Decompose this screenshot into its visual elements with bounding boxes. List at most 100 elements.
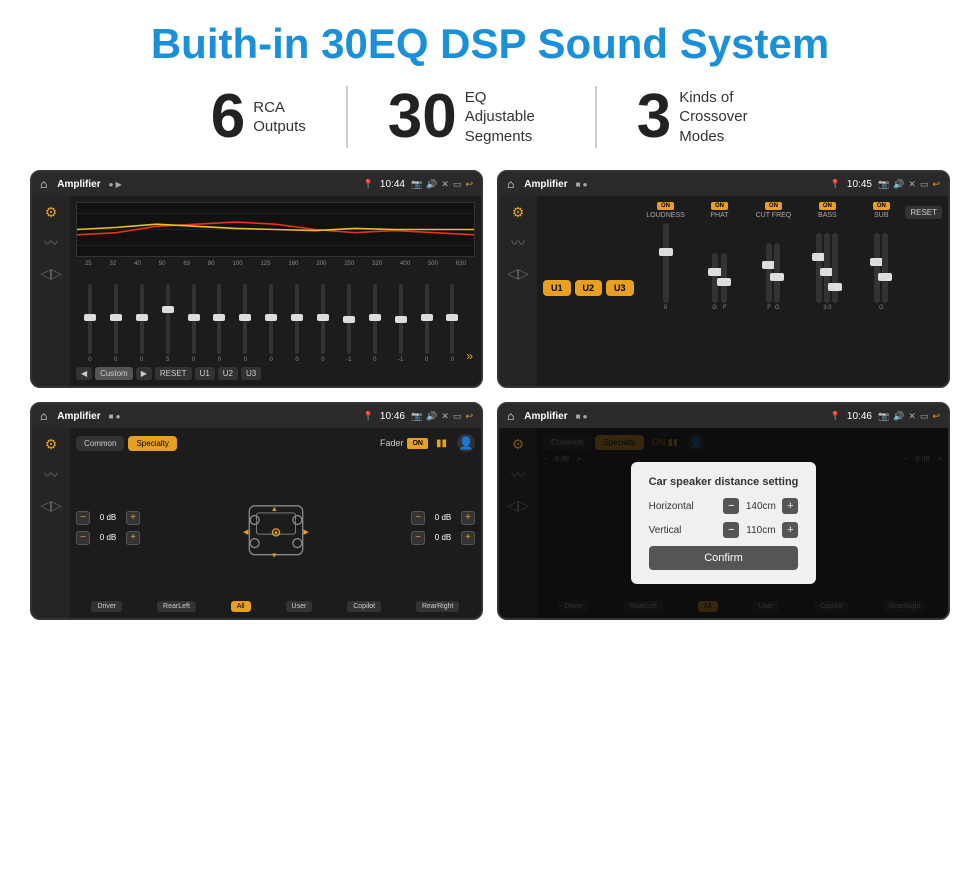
eq-wave-icon[interactable]: 〰 xyxy=(44,233,58,253)
amp-u2-btn[interactable]: U2 xyxy=(575,280,603,296)
eq-slider-2[interactable]: 0 xyxy=(130,284,154,363)
amp-slider-sub-2[interactable] xyxy=(882,233,888,303)
tab-common[interactable]: Common xyxy=(76,436,124,451)
eq-reset-btn[interactable]: RESET xyxy=(155,367,192,380)
fader-btn-rearright[interactable]: RearRight xyxy=(416,601,460,612)
stat-item-rca: 6 RCAOutputs xyxy=(171,86,348,148)
window-icon-2: ▭ xyxy=(920,179,929,190)
amp-ch-bass: ON BASS xyxy=(803,202,851,380)
amp-slider-loudness[interactable] xyxy=(663,223,669,303)
amp-ch-loudness: ON LOUDNESS 0 xyxy=(642,202,690,380)
screen-eq: ⌂ Amplifier ● ▶ 📍 10:44 📷 🔊 ✕ ▭ ↩ ⚙ xyxy=(30,170,483,388)
eq-slider-13[interactable]: 0 xyxy=(415,284,439,363)
home-icon-1[interactable]: ⌂ xyxy=(40,177,47,191)
camera-icon-3: 📷 xyxy=(411,411,422,422)
screen-fader: ⌂ Amplifier ■ ● 📍 10:46 📷 🔊 ✕ ▭ ↩ ⚙ 〰 xyxy=(30,402,483,620)
tab-specialty[interactable]: Specialty xyxy=(128,436,176,451)
amp-on-sub[interactable]: ON xyxy=(873,202,890,210)
eq-slider-8[interactable]: 0 xyxy=(285,284,309,363)
dialog-horizontal-minus[interactable]: − xyxy=(723,498,739,514)
amp-filter-icon[interactable]: ⚙ xyxy=(512,204,525,221)
amp-wave-icon[interactable]: 〰 xyxy=(511,233,525,253)
fader-btn-all[interactable]: All xyxy=(231,601,251,612)
eq-prev-btn[interactable]: ◀ xyxy=(76,367,92,380)
amp-slider-bass-2[interactable] xyxy=(824,233,830,303)
eq-slider-1[interactable]: 0 xyxy=(104,284,128,363)
page-wrapper: Buith-in 30EQ DSP Sound System 6 RCAOutp… xyxy=(0,0,980,640)
vol-row-fr: − 0 dB + xyxy=(411,511,475,525)
eq-slider-5[interactable]: 0 xyxy=(207,284,231,363)
fader-slider-h[interactable]: ▮▮ xyxy=(436,438,447,449)
vol-minus-rr[interactable]: − xyxy=(411,531,425,545)
location-icon-1: 📍 xyxy=(363,179,374,190)
amp-u3-btn[interactable]: U3 xyxy=(606,280,634,296)
vol-minus-fr[interactable]: − xyxy=(411,511,425,525)
eq-slider-9[interactable]: 0 xyxy=(311,284,335,363)
eq-slider-7[interactable]: 0 xyxy=(259,284,283,363)
eq-slider-11[interactable]: 0 xyxy=(363,284,387,363)
dialog-horizontal-value: 140cm xyxy=(743,501,778,512)
fader-btn-driver[interactable]: Driver xyxy=(91,601,122,612)
vol-plus-rr[interactable]: + xyxy=(461,531,475,545)
home-icon-2[interactable]: ⌂ xyxy=(507,177,514,191)
fader-btn-rearleft[interactable]: RearLeft xyxy=(157,601,196,612)
home-icon-3[interactable]: ⌂ xyxy=(40,409,47,423)
amp-slider-phat-f[interactable] xyxy=(721,253,727,303)
vol-plus-rl[interactable]: + xyxy=(126,531,140,545)
window-icon-4: ▭ xyxy=(920,411,929,422)
vol-minus-fl[interactable]: − xyxy=(76,511,90,525)
amp-on-phat[interactable]: ON xyxy=(711,202,728,210)
amp-on-bass[interactable]: ON xyxy=(819,202,836,210)
eq-more-icon[interactable]: » xyxy=(466,349,473,363)
back-icon-2[interactable]: ↩ xyxy=(932,179,940,190)
amp-ch-phat: ON PHAT G xyxy=(696,202,744,380)
fader-tabs: Common Specialty Fader ON ▮▮ 👤 xyxy=(76,434,475,452)
back-icon-4[interactable]: ↩ xyxy=(932,411,940,422)
fader-settings-icon[interactable]: 👤 xyxy=(457,434,475,452)
amp-on-loudness[interactable]: ON xyxy=(657,202,674,210)
amp-slider-bass-3[interactable] xyxy=(832,233,838,303)
eq-u3-btn[interactable]: U3 xyxy=(241,367,261,380)
eq-slider-6[interactable]: 0 xyxy=(233,284,257,363)
eq-u2-btn[interactable]: U2 xyxy=(218,367,238,380)
app-title-3: Amplifier xyxy=(57,411,100,422)
amp-u1-btn[interactable]: U1 xyxy=(543,280,571,296)
amp-slider-sub-1[interactable] xyxy=(874,233,880,303)
eq-slider-0[interactable]: 0 xyxy=(78,284,102,363)
amp-on-cutfreq[interactable]: ON xyxy=(765,202,782,210)
eq-slider-4[interactable]: 0 xyxy=(182,284,206,363)
eq-slider-10[interactable]: -1 xyxy=(337,284,361,363)
eq-sidebar: ⚙ 〰 ◁▷ xyxy=(32,196,70,386)
fader-vol-icon[interactable]: ◁▷ xyxy=(40,497,62,514)
fader-btn-user[interactable]: User xyxy=(286,601,313,612)
amp-vol-icon[interactable]: ◁▷ xyxy=(507,265,529,282)
eq-u1-btn[interactable]: U1 xyxy=(195,367,215,380)
back-icon-1[interactable]: ↩ xyxy=(465,179,473,190)
eq-chart xyxy=(76,202,475,257)
back-icon-3[interactable]: ↩ xyxy=(465,411,473,422)
vol-plus-fl[interactable]: + xyxy=(126,511,140,525)
fader-filter-icon[interactable]: ⚙ xyxy=(45,436,58,453)
amp-label-bass: BASS xyxy=(818,212,837,219)
fader-wave-icon[interactable]: 〰 xyxy=(44,465,58,485)
eq-slider-14[interactable]: 0 xyxy=(440,284,464,363)
fader-btn-copilot[interactable]: Copilot xyxy=(347,601,381,612)
eq-slider-3[interactable]: 5 xyxy=(156,284,180,363)
vol-minus-rl[interactable]: − xyxy=(76,531,90,545)
dialog-vertical-plus[interactable]: + xyxy=(782,522,798,538)
dialog-horizontal-plus[interactable]: + xyxy=(782,498,798,514)
amp-reset-btn[interactable]: RESET xyxy=(905,206,942,219)
dialog-vertical-minus[interactable]: − xyxy=(723,522,739,538)
amp-slider-cutfreq-2[interactable] xyxy=(774,243,780,303)
eq-filter-icon[interactable]: ⚙ xyxy=(45,204,58,221)
eq-play-btn[interactable]: ▶ xyxy=(136,367,152,380)
home-icon-4[interactable]: ⌂ xyxy=(507,409,514,423)
fader-main: Common Specialty Fader ON ▮▮ 👤 − xyxy=(70,428,481,618)
eq-custom-btn[interactable]: Custom xyxy=(95,367,133,380)
eq-slider-12[interactable]: -1 xyxy=(389,284,413,363)
vol-plus-fr[interactable]: + xyxy=(461,511,475,525)
eq-vol-icon[interactable]: ◁▷ xyxy=(40,265,62,282)
dialog-confirm-button[interactable]: Confirm xyxy=(649,546,799,570)
svg-text:◀: ◀ xyxy=(243,528,249,536)
fader-on-badge[interactable]: ON xyxy=(407,438,428,449)
